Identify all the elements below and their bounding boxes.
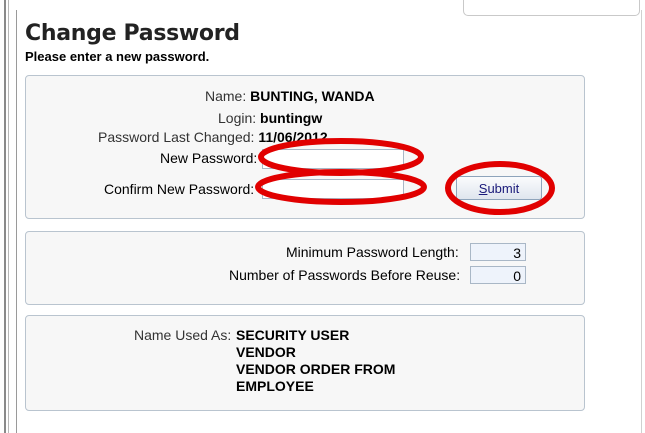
role-item: VENDOR [236, 344, 296, 360]
login-row: Login: buntingw [218, 110, 322, 126]
last-changed-row: Password Last Changed: 11/06/2012 [98, 129, 328, 145]
left-window-edge [0, 0, 9, 433]
content-right-border [641, 10, 642, 433]
reuse-label: Number of Passwords Before Reuse: [229, 267, 461, 283]
last-changed-label: Password Last Changed: [98, 129, 255, 145]
top-tab-fragment [463, 0, 640, 16]
page-title: Change Password [25, 21, 240, 46]
new-password-input[interactable] [262, 149, 404, 169]
name-used-as-label: Name Used As: [134, 327, 232, 343]
last-changed-value: 11/06/2012 [258, 129, 328, 145]
name-row: Name: BUNTING, WANDA [205, 88, 375, 104]
content-left-border [16, 10, 17, 433]
confirm-password-label: Confirm New Password: [104, 181, 255, 197]
page-subtitle: Please enter a new password. [25, 49, 210, 64]
min-length-value: 3 [470, 243, 526, 261]
login-label: Login: [218, 110, 257, 126]
min-length-label: Minimum Password Length: [286, 244, 459, 260]
confirm-password-input[interactable] [262, 179, 404, 199]
reuse-value: 0 [470, 266, 526, 284]
submit-label: ubmit [487, 181, 520, 196]
role-item: VENDOR ORDER FROM [236, 361, 396, 377]
name-value: BUNTING, WANDA [250, 88, 375, 104]
role-item: SECURITY USER [236, 327, 350, 343]
new-password-label: New Password: [160, 150, 258, 166]
name-label: Name: [205, 88, 247, 104]
submit-button[interactable]: Submit [456, 176, 542, 200]
role-item: EMPLOYEE [236, 378, 314, 394]
login-value: buntingw [260, 110, 323, 126]
